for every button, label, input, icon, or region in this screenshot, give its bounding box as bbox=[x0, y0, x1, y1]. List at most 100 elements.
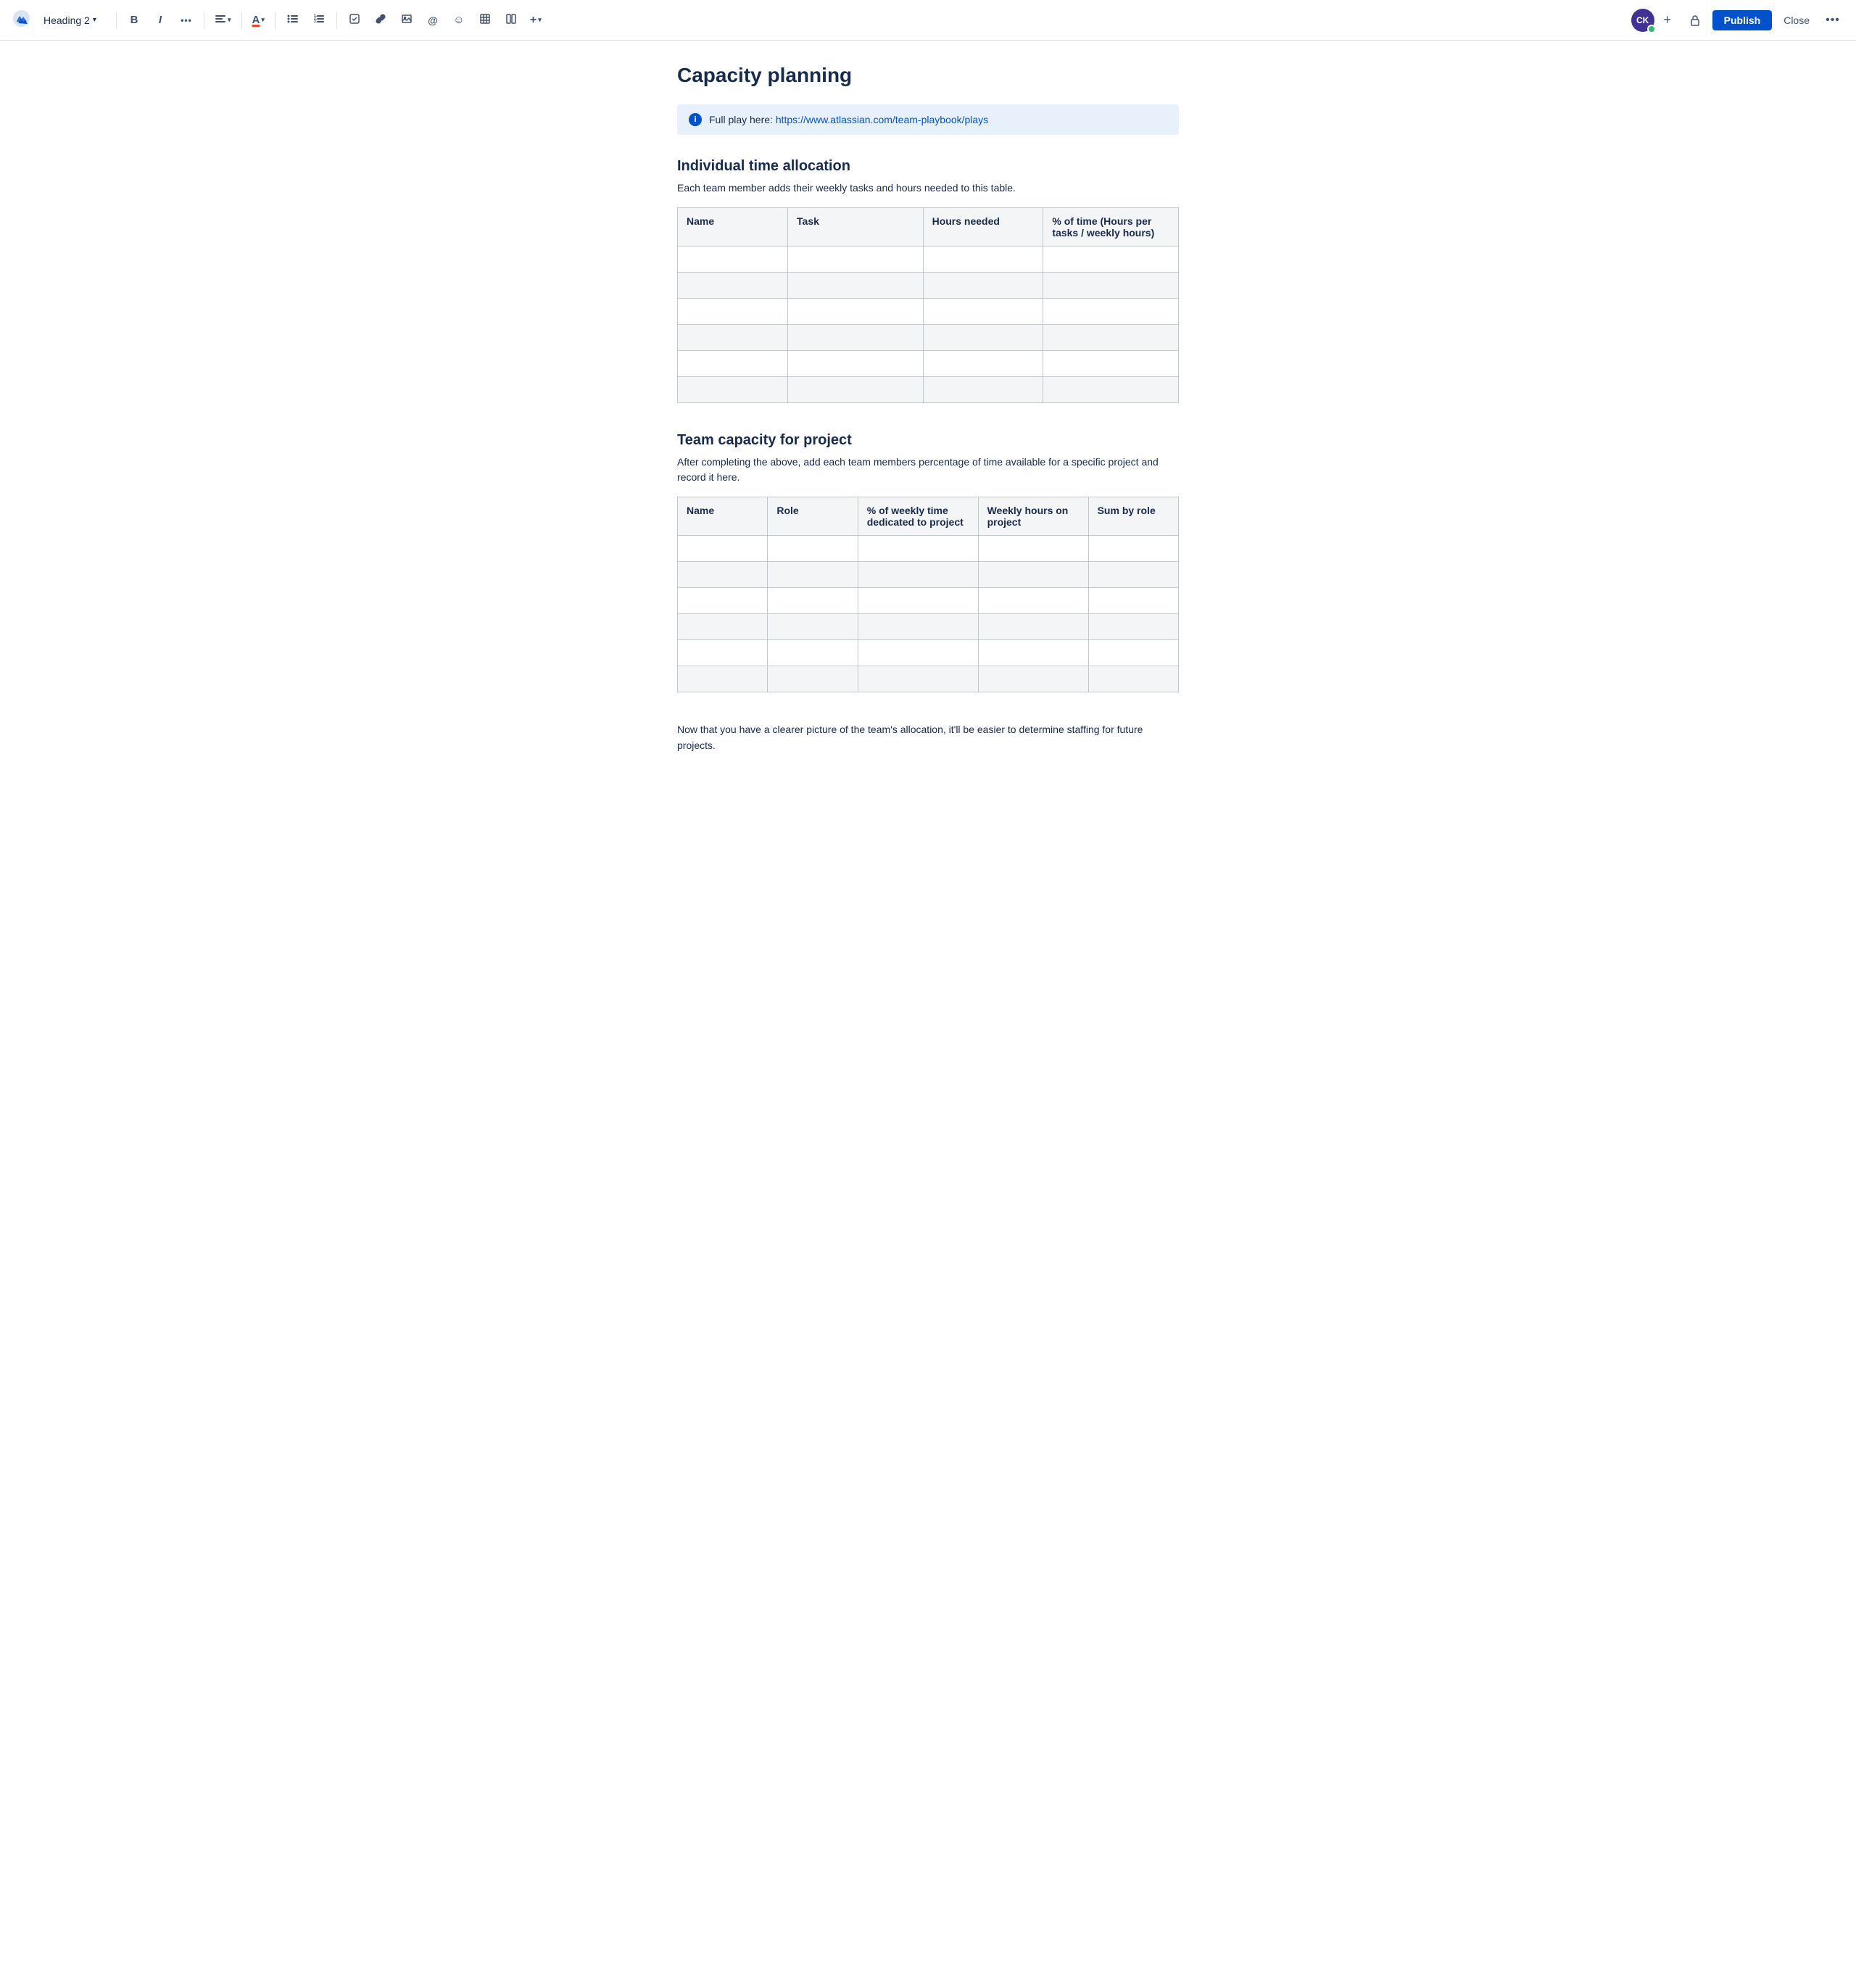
table-cell[interactable] bbox=[923, 351, 1043, 377]
table-cell[interactable] bbox=[1088, 640, 1178, 666]
table-row[interactable] bbox=[678, 247, 1179, 273]
table-cell[interactable] bbox=[678, 614, 768, 640]
table-cell[interactable] bbox=[678, 588, 768, 614]
table-cell[interactable] bbox=[788, 273, 924, 299]
table-cell[interactable] bbox=[788, 247, 924, 273]
table-cell[interactable] bbox=[858, 666, 978, 692]
align-button[interactable]: ▾ bbox=[210, 9, 236, 32]
layout-button[interactable] bbox=[500, 9, 523, 32]
table-cell[interactable] bbox=[1088, 588, 1178, 614]
table-cell[interactable] bbox=[788, 351, 924, 377]
heading-style-select[interactable]: Heading 2 ▾ bbox=[38, 12, 110, 29]
mention-button[interactable]: @ bbox=[421, 9, 444, 32]
table-cell[interactable] bbox=[678, 273, 788, 299]
emoji-button[interactable]: ☺ bbox=[447, 9, 471, 32]
table-row[interactable] bbox=[678, 536, 1179, 562]
table-cell[interactable] bbox=[978, 562, 1088, 588]
table-cell[interactable] bbox=[678, 536, 768, 562]
table-cell[interactable] bbox=[858, 640, 978, 666]
table-cell[interactable] bbox=[1088, 562, 1178, 588]
table-cell[interactable] bbox=[678, 351, 788, 377]
table-cell[interactable] bbox=[768, 614, 858, 640]
table-cell[interactable] bbox=[768, 588, 858, 614]
table-cell[interactable] bbox=[1088, 666, 1178, 692]
table-row[interactable] bbox=[678, 351, 1179, 377]
table-cell[interactable] bbox=[858, 562, 978, 588]
user-avatar[interactable]: CK bbox=[1631, 9, 1654, 32]
table-cell[interactable] bbox=[978, 640, 1088, 666]
table-cell[interactable] bbox=[978, 536, 1088, 562]
bullet-list-button[interactable] bbox=[281, 9, 304, 32]
color-button[interactable]: A ▾ bbox=[248, 9, 269, 32]
more-options-button[interactable]: ••• bbox=[1821, 9, 1844, 32]
table-cell[interactable] bbox=[1043, 325, 1179, 351]
table-cell[interactable] bbox=[858, 614, 978, 640]
table-cell[interactable] bbox=[923, 325, 1043, 351]
table-cell[interactable] bbox=[768, 640, 858, 666]
col-header-task: Task bbox=[788, 208, 924, 247]
add-collaborator-button[interactable]: + bbox=[1657, 10, 1678, 30]
table-row[interactable] bbox=[678, 377, 1179, 403]
table-cell[interactable] bbox=[1043, 273, 1179, 299]
avatar[interactable]: CK + bbox=[1631, 9, 1678, 32]
bold-button[interactable]: B bbox=[123, 9, 146, 32]
table-cell[interactable] bbox=[923, 299, 1043, 325]
table-button[interactable] bbox=[473, 9, 497, 32]
table-row[interactable] bbox=[678, 666, 1179, 692]
plus-icon: + bbox=[530, 14, 536, 27]
table-cell[interactable] bbox=[858, 588, 978, 614]
table-cell[interactable] bbox=[1043, 247, 1179, 273]
table-cell[interactable] bbox=[788, 377, 924, 403]
table-cell[interactable] bbox=[678, 299, 788, 325]
bold-icon: B bbox=[130, 14, 138, 26]
italic-button[interactable]: I bbox=[149, 9, 172, 32]
individual-table: Name Task Hours needed % of time (Hours … bbox=[677, 207, 1179, 403]
table-cell[interactable] bbox=[678, 666, 768, 692]
numbered-list-button[interactable]: 1. 2. 3. bbox=[307, 9, 331, 32]
publish-label: Publish bbox=[1724, 15, 1761, 26]
table-row[interactable] bbox=[678, 325, 1179, 351]
heading-select-chevron: ▾ bbox=[93, 16, 96, 24]
table-row[interactable] bbox=[678, 273, 1179, 299]
table-cell[interactable] bbox=[978, 588, 1088, 614]
table-row[interactable] bbox=[678, 588, 1179, 614]
table-cell[interactable] bbox=[788, 325, 924, 351]
table-cell[interactable] bbox=[678, 562, 768, 588]
more-format-button[interactable]: ••• bbox=[175, 9, 198, 32]
table-cell[interactable] bbox=[768, 562, 858, 588]
table-cell[interactable] bbox=[768, 666, 858, 692]
table-cell[interactable] bbox=[768, 536, 858, 562]
table-cell[interactable] bbox=[858, 536, 978, 562]
content-area: Capacity planning i Full play here: http… bbox=[660, 41, 1196, 812]
lock-button[interactable] bbox=[1683, 9, 1707, 32]
more-inserts-button[interactable]: + ▾ bbox=[526, 9, 546, 32]
table-cell[interactable] bbox=[1043, 351, 1179, 377]
image-button[interactable] bbox=[395, 9, 418, 32]
table-cell[interactable] bbox=[678, 247, 788, 273]
table-cell[interactable] bbox=[678, 640, 768, 666]
table-cell[interactable] bbox=[1043, 299, 1179, 325]
table-cell[interactable] bbox=[678, 325, 788, 351]
table-cell[interactable] bbox=[923, 273, 1043, 299]
emoji-icon: ☺ bbox=[453, 14, 464, 26]
publish-button[interactable]: Publish bbox=[1712, 10, 1773, 30]
task-button[interactable] bbox=[343, 9, 366, 32]
table-cell[interactable] bbox=[923, 247, 1043, 273]
table-cell[interactable] bbox=[1088, 536, 1178, 562]
close-button[interactable]: Close bbox=[1778, 10, 1815, 30]
table-cell[interactable] bbox=[1088, 614, 1178, 640]
table-cell[interactable] bbox=[788, 299, 924, 325]
table-cell[interactable] bbox=[678, 377, 788, 403]
toolbar-divider-1 bbox=[116, 12, 117, 29]
table-cell[interactable] bbox=[923, 377, 1043, 403]
table-row[interactable] bbox=[678, 614, 1179, 640]
table-cell[interactable] bbox=[1043, 377, 1179, 403]
table-cell[interactable] bbox=[978, 614, 1088, 640]
table-row[interactable] bbox=[678, 562, 1179, 588]
table-cell[interactable] bbox=[978, 666, 1088, 692]
table-row[interactable] bbox=[678, 299, 1179, 325]
page-title[interactable]: Capacity planning bbox=[677, 64, 1179, 87]
link-button[interactable] bbox=[369, 9, 392, 32]
info-link[interactable]: https://www.atlassian.com/team-playbook/… bbox=[776, 114, 988, 125]
table-row[interactable] bbox=[678, 640, 1179, 666]
